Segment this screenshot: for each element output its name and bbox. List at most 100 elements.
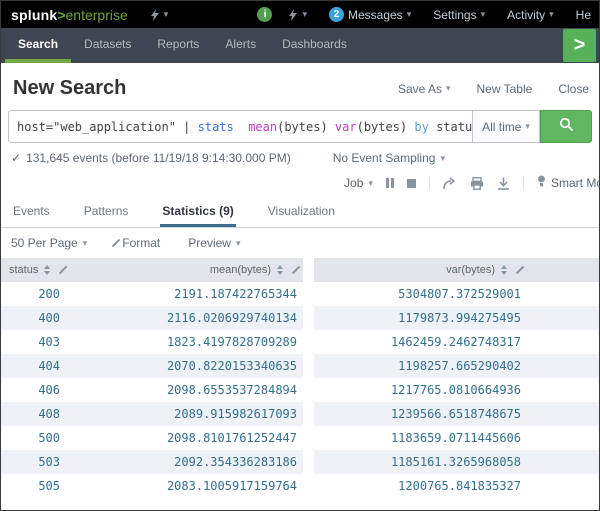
table-row[interactable]: 403 1823.4197828709289 1462459.246274831… xyxy=(1,330,599,354)
share-icon[interactable] xyxy=(443,177,457,190)
status-cell[interactable]: 408 xyxy=(1,402,69,426)
table-row[interactable]: 408 2089.915982617093 1239566.6518748675 xyxy=(1,402,599,426)
status-cell[interactable]: 404 xyxy=(1,354,69,378)
event-sampling-dropdown[interactable]: No Event Sampling ▾ xyxy=(333,151,445,165)
mean-cell[interactable]: 2092.354336283186 xyxy=(69,450,303,474)
table-controls: 50 Per Page ▾ Format Preview ▾ xyxy=(1,228,599,256)
status-cell[interactable]: 500 xyxy=(1,426,69,450)
var-cell[interactable]: 1198257.665290402 xyxy=(314,354,599,378)
mean-cell[interactable]: 2070.8220153340635 xyxy=(69,354,303,378)
status-cell[interactable]: 503 xyxy=(1,450,69,474)
search-icon xyxy=(558,116,574,137)
tab-statistics[interactable]: Statistics (9) xyxy=(160,197,235,227)
help-menu[interactable]: He xyxy=(576,8,591,22)
top-bar: splunk>enterprise ▾ i ▾ 2 Messages ▾ Set… xyxy=(1,1,599,28)
var-cell[interactable]: 5304807.372529001 xyxy=(314,282,599,306)
column-header-var[interactable]: var(bytes) xyxy=(314,258,599,282)
status-cell[interactable]: 200 xyxy=(1,282,69,306)
new-table-button[interactable]: New Table xyxy=(477,82,533,96)
search-mode-selector[interactable]: Smart Mo xyxy=(537,175,599,191)
chevron-down-icon: ▾ xyxy=(407,9,412,20)
app-launcher-button[interactable]: > xyxy=(563,29,596,62)
activity-menu[interactable]: Activity ▾ xyxy=(507,8,554,22)
job-menu[interactable]: Job ▾ xyxy=(344,176,373,190)
column-gap xyxy=(303,282,314,306)
status-cell[interactable]: 505 xyxy=(1,474,69,498)
var-cell[interactable]: 1179873.994275495 xyxy=(314,306,599,330)
pencil-icon[interactable] xyxy=(516,266,524,274)
mean-cell[interactable]: 2191.187422765344 xyxy=(69,282,303,306)
chevron-down-icon: ▾ xyxy=(446,83,451,94)
chevron-down-icon: ▾ xyxy=(302,9,307,20)
export-icon[interactable] xyxy=(497,177,510,190)
tab-patterns[interactable]: Patterns xyxy=(82,197,131,227)
stop-icon[interactable] xyxy=(407,179,416,188)
status-cell[interactable]: 406 xyxy=(1,378,69,402)
top-bar-right: i ▾ 2 Messages ▾ Settings ▾ Activity ▾ H… xyxy=(257,7,591,22)
table-row[interactable]: 500 2098.8101761252447 1183659.071144560… xyxy=(1,426,599,450)
close-button[interactable]: Close xyxy=(558,82,589,96)
settings-menu[interactable]: Settings ▾ xyxy=(433,8,485,22)
app-context-menu[interactable]: ▾ xyxy=(150,9,169,21)
column-gap xyxy=(303,258,314,282)
print-icon[interactable] xyxy=(470,177,484,190)
pencil-icon[interactable] xyxy=(59,266,67,274)
statistics-table: status mean(bytes) var(bytes) 200 2191.1… xyxy=(1,258,599,498)
preview-label: Preview xyxy=(188,236,231,250)
per-page-dropdown[interactable]: 50 Per Page ▾ xyxy=(11,236,87,250)
save-as-label: Save As xyxy=(398,82,442,96)
var-cell[interactable]: 1462459.2462748317 xyxy=(314,330,599,354)
table-row[interactable]: 404 2070.8220153340635 1198257.665290402 xyxy=(1,354,599,378)
check-icon: ✓ xyxy=(11,151,21,165)
time-range-picker[interactable]: All time ▾ xyxy=(472,110,540,143)
messages-menu[interactable]: 2 Messages ▾ xyxy=(329,7,411,22)
var-cell[interactable]: 1200765.841835327 xyxy=(314,474,599,498)
format-button[interactable]: Format xyxy=(115,236,160,250)
var-cell[interactable]: 1183659.0711445606 xyxy=(314,426,599,450)
page-header: New Search Save As ▾ New Table Close xyxy=(1,63,599,110)
pencil-icon[interactable] xyxy=(292,266,300,274)
nav-tab-dashboards[interactable]: Dashboards xyxy=(269,28,360,63)
table-row[interactable]: 503 2092.354336283186 1185161.3265968058 xyxy=(1,450,599,474)
pause-icon[interactable] xyxy=(386,178,394,188)
mean-cell[interactable]: 2083.1005917159764 xyxy=(69,474,303,498)
nav-tab-alerts[interactable]: Alerts xyxy=(212,28,269,63)
var-cell[interactable]: 1185161.3265968058 xyxy=(314,450,599,474)
mean-cell[interactable]: 2116.0206929740134 xyxy=(69,306,303,330)
splunk-window: splunk>enterprise ▾ i ▾ 2 Messages ▾ Set… xyxy=(0,0,600,511)
activity-bolt-menu[interactable]: ▾ xyxy=(288,9,307,21)
settings-label: Settings xyxy=(433,8,476,22)
nav-tab-datasets[interactable]: Datasets xyxy=(71,28,144,63)
tab-events[interactable]: Events xyxy=(11,197,52,227)
column-header-status[interactable]: status xyxy=(1,258,69,282)
column-header-mean[interactable]: mean(bytes) xyxy=(69,258,303,282)
table-row[interactable]: 505 2083.1005917159764 1200765.841835327 xyxy=(1,474,599,498)
mean-cell[interactable]: 2098.8101761252447 xyxy=(69,426,303,450)
info-icon[interactable]: i xyxy=(257,7,272,22)
status-cell[interactable]: 400 xyxy=(1,306,69,330)
search-input[interactable]: host="web_application" | stats mean(byte… xyxy=(8,110,472,143)
var-cell[interactable]: 1239566.6518748675 xyxy=(314,402,599,426)
sort-icon[interactable] xyxy=(44,265,50,275)
mean-cell[interactable]: 2089.915982617093 xyxy=(69,402,303,426)
column-gap xyxy=(303,378,314,402)
save-as-button[interactable]: Save As ▾ xyxy=(398,82,451,96)
table-row[interactable]: 406 2098.6553537284894 1217765.081066493… xyxy=(1,378,599,402)
sort-icon[interactable] xyxy=(277,265,283,275)
mean-cell[interactable]: 2098.6553537284894 xyxy=(69,378,303,402)
status-cell[interactable]: 403 xyxy=(1,330,69,354)
preview-dropdown[interactable]: Preview ▾ xyxy=(188,236,240,250)
var-cell[interactable]: 1217765.0810664936 xyxy=(314,378,599,402)
table-row[interactable]: 200 2191.187422765344 5304807.372529001 xyxy=(1,282,599,306)
sort-icon[interactable] xyxy=(501,265,507,275)
splunk-logo[interactable]: splunk>enterprise xyxy=(11,7,128,23)
nav-tab-reports[interactable]: Reports xyxy=(144,28,212,63)
nav-tab-search[interactable]: Search xyxy=(5,28,71,63)
results-tabs: Events Patterns Statistics (9) Visualiza… xyxy=(1,197,599,228)
mean-cell[interactable]: 1823.4197828709289 xyxy=(69,330,303,354)
chevron-down-icon: ▾ xyxy=(236,238,241,249)
search-button[interactable] xyxy=(540,110,592,143)
tab-visualization[interactable]: Visualization xyxy=(266,197,337,227)
table-row[interactable]: 400 2116.0206929740134 1179873.994275495 xyxy=(1,306,599,330)
events-status-line: ✓ 131,645 events (before 11/19/18 9:14:3… xyxy=(1,143,599,169)
